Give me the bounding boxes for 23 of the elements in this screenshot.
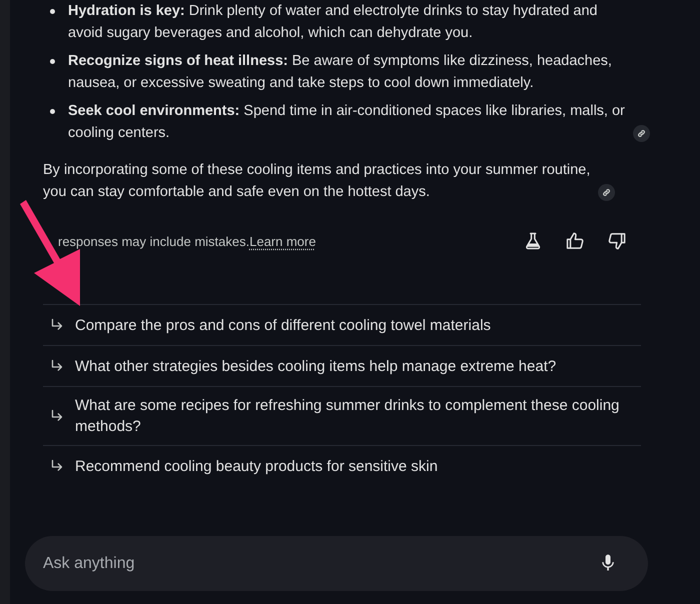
reply-arrow-icon xyxy=(50,409,64,423)
reply-arrow-icon xyxy=(50,359,64,373)
suggestion-item[interactable]: Compare the pros and cons of different cooling towel materials xyxy=(43,304,641,345)
reply-arrow-icon xyxy=(50,459,64,473)
suggestion-item[interactable]: Recommend cooling beauty products for sensitive skin xyxy=(43,445,641,486)
bullet-text: Hydration is key: Drink plenty of water and electrolyte drinks to stay hydrated and avoid sugary beverages and alcohol, which can dehydrate you. xyxy=(68,2,598,43)
learn-more-link[interactable]: Learn more xyxy=(249,234,316,248)
bullet-text: Recognize signs of heat illness: Be aware of symptoms like dizziness, headaches, nausea, or excessive sweating and take steps to cool down immediately. xyxy=(68,52,613,93)
suggestion-item[interactable]: What other strategies besides cooling items help manage extreme heat? xyxy=(43,345,641,386)
link-icon[interactable] xyxy=(633,125,650,142)
thumbs-down-icon[interactable] xyxy=(607,231,627,251)
summary-text: By incorporating some of these cooling items and practices into your summer routine, you can stay comfortable and safe even on the hottest days. xyxy=(43,161,592,202)
suggestion-item[interactable]: What are some recipes for refreshing summer drinks to complement these cooling methods? xyxy=(43,386,641,445)
link-icon[interactable] xyxy=(598,184,615,201)
thumbs-up-icon[interactable] xyxy=(565,231,585,251)
reply-arrow-icon xyxy=(50,318,64,332)
disclaimer-text: responses may include mistakes. xyxy=(58,234,250,248)
ask-field[interactable]: Ask anything xyxy=(25,536,648,591)
flask-icon[interactable] xyxy=(523,231,543,251)
bullet-text: Seek cool environments: Spend time in air-conditioned spaces like libraries, malls, or cooling centers. xyxy=(68,102,626,143)
bullet-icon xyxy=(50,108,55,114)
bullet-icon xyxy=(50,8,55,14)
bullet-icon xyxy=(50,58,55,64)
